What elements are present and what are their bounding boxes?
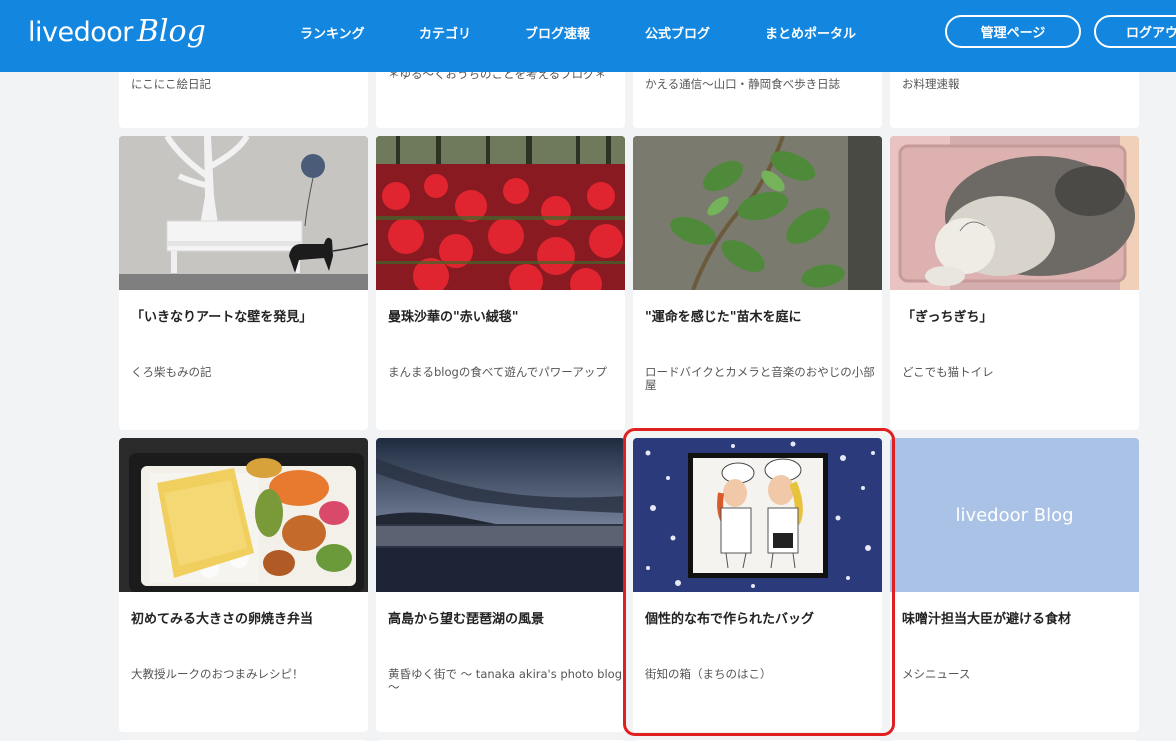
article-card[interactable]: 高島から望む琵琶湖の風景 黄昏ゆく街で 〜 tanaka akira's pho…	[376, 438, 625, 732]
livedoor-blog-logo[interactable]: livedoor Blog	[28, 14, 206, 49]
logout-button[interactable]: ログアウ	[1094, 15, 1176, 48]
card-blog-name[interactable]: 黄昏ゆく街で 〜 tanaka akira's photo blog 〜	[388, 667, 624, 694]
card-thumbnail[interactable]	[376, 438, 625, 592]
card-blog-name[interactable]: ロードバイクとカメラと音楽のおやじの小部屋	[645, 365, 875, 392]
card-thumbnail[interactable]	[633, 438, 882, 592]
card-title[interactable]: 「ぎっちぎち」	[902, 310, 1130, 327]
nav-matome-portal[interactable]: まとめポータル	[765, 23, 856, 42]
card-thumbnail[interactable]	[633, 136, 882, 290]
card-thumbnail[interactable]: livedoor Blog	[890, 438, 1139, 592]
article-card[interactable]: 「ぎっちぎち」 どこでも猫トイレ	[890, 136, 1139, 430]
nav-category[interactable]: カテゴリ	[419, 23, 471, 42]
nav-blog-news[interactable]: ブログ速報	[525, 23, 590, 42]
article-card[interactable]: 初めてみる大きさの卵焼き弁当 大教授ルークのおつまみレシピ！	[119, 438, 368, 732]
card-blog-name[interactable]: 大教授ルークのおつまみレシピ！	[131, 667, 361, 681]
article-card[interactable]: livedoor Blog 味噌汁担当大臣が避ける食材 メシニュース	[890, 438, 1139, 732]
logo-sub: Blog	[136, 14, 206, 49]
card-title[interactable]: 味噌汁担当大臣が避ける食材	[902, 612, 1130, 629]
card-thumbnail[interactable]	[119, 136, 368, 290]
article-card[interactable]: "運命を感じた"苗木を庭に ロードバイクとカメラと音楽のおやじの小部屋	[633, 136, 882, 430]
card-title[interactable]: "運命を感じた"苗木を庭に	[645, 310, 873, 327]
card-thumbnail[interactable]	[119, 438, 368, 592]
article-card[interactable]: 「いきなりアートな壁を発見」 くろ柴もみの記	[119, 136, 368, 430]
card-thumbnail[interactable]	[376, 136, 625, 290]
card-title[interactable]: 曼珠沙華の"赤い絨毯"	[388, 310, 616, 327]
manage-page-button[interactable]: 管理ページ	[945, 15, 1081, 48]
nav-ranking[interactable]: ランキング	[300, 23, 365, 42]
card-blog-name[interactable]: どこでも猫トイレ	[902, 365, 1132, 379]
card-title[interactable]: 高島から望む琵琶湖の風景	[388, 612, 616, 629]
card-blog-name[interactable]: くろ柴もみの記	[131, 365, 361, 379]
article-card[interactable]: 個性的な布で作られたバッグ 街知の箱（まちのはこ）	[633, 438, 882, 732]
article-card[interactable]: 曼珠沙華の"赤い絨毯" まんまるblogの食べて遊んでパワーアップ	[376, 136, 625, 430]
card-blog-name[interactable]: 街知の箱（まちのはこ）	[645, 667, 875, 681]
nav-official-blog[interactable]: 公式ブログ	[645, 23, 710, 42]
card-blog-name: にこにこ絵日記	[131, 77, 212, 91]
card-title[interactable]: 初めてみる大きさの卵焼き弁当	[131, 612, 359, 629]
card-title[interactable]: 個性的な布で作られたバッグ	[645, 612, 873, 629]
card-blog-name: かえる通信〜山口・静岡食べ歩き日誌	[645, 77, 841, 91]
card-blog-name[interactable]: まんまるblogの食べて遊んでパワーアップ	[388, 365, 618, 379]
site-header: livedoor Blog ランキング カテゴリ ブログ速報 公式ブログ まとめポ…	[0, 0, 1176, 72]
card-thumbnail[interactable]	[890, 136, 1139, 290]
placeholder-logo: livedoor Blog	[955, 504, 1074, 526]
card-title[interactable]: 「いきなりアートな壁を発見」	[131, 310, 359, 327]
logo-main: livedoor	[28, 17, 133, 48]
card-blog-name: お料理速報	[902, 77, 960, 91]
card-blog-name[interactable]: メシニュース	[902, 667, 1132, 681]
